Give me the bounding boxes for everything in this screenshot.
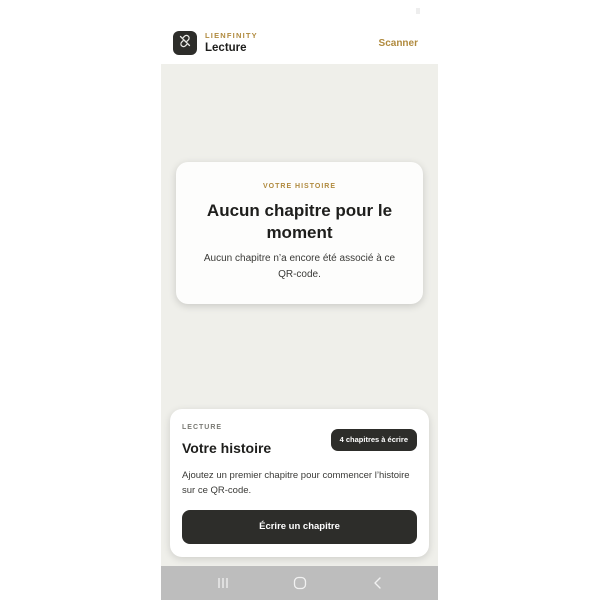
phone-screen: LIENFINITY Lecture Scanner VOTRE HISTOIR…	[161, 0, 438, 600]
status-bar	[161, 0, 438, 22]
scanner-button[interactable]: Scanner	[379, 38, 418, 49]
back-icon[interactable]	[370, 575, 386, 591]
home-icon[interactable]	[292, 575, 308, 591]
empty-state-headline: Aucun chapitre pour le moment	[206, 201, 393, 242]
section-label: LECTURE	[182, 424, 223, 431]
section-title: Votre histoire	[182, 440, 272, 456]
brand-name: LIENFINITY	[205, 31, 258, 40]
recent-apps-icon[interactable]	[215, 575, 231, 591]
page-title: Lecture	[205, 42, 247, 54]
write-chapter-button[interactable]: Écrire un chapitre	[182, 510, 417, 544]
broken-link-icon	[178, 34, 192, 53]
story-eyebrow: VOTRE HISTOIRE	[263, 183, 336, 190]
empty-state-description: Aucun chapitre n’a encore été associé à …	[203, 253, 396, 280]
system-navigation-bar	[161, 566, 438, 600]
app-header: LIENFINITY Lecture Scanner	[161, 22, 438, 64]
reading-card-description: Ajoutez un premier chapitre pour commenc…	[182, 470, 410, 496]
status-icon	[416, 8, 420, 14]
reading-card: LECTURE Votre histoire 4 chapitres à écr…	[170, 409, 429, 557]
chapters-badge: 4 chapitres à écrire	[330, 429, 417, 451]
app-logo	[173, 31, 197, 55]
empty-story-card: VOTRE HISTOIRE Aucun chapitre pour le mo…	[176, 162, 423, 304]
